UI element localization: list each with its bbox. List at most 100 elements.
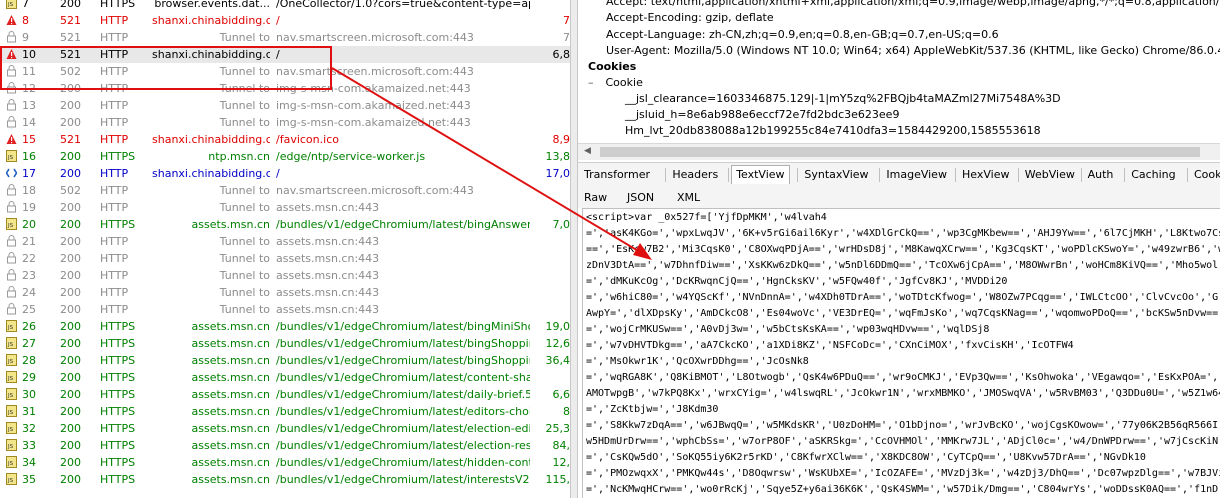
session-host: assets.msn.cn	[191, 473, 270, 486]
session-row[interactable]: JS 35 200 HTTPS assets.msn.cn/bundles/v1/edg…	[0, 471, 570, 488]
session-protocol: HTTPS	[100, 320, 136, 333]
tab-textview[interactable]: TextView	[731, 165, 790, 184]
session-result: 200	[60, 0, 81, 10]
session-body: 25,3	[545, 422, 571, 435]
cookie-value-1: __jsl_clearance=1603346875.129|-1|mY5zq%…	[625, 92, 1061, 105]
session-protocol: HTTP	[100, 303, 129, 316]
session-row[interactable]: 8 521 HTTP shanxi.chinabidding.cc / 7	[0, 12, 570, 29]
tab-separator	[665, 168, 667, 182]
session-row[interactable]: JS 28 200 HTTPS assets.msn.cn/bundles/v1/edg…	[0, 352, 570, 369]
session-id: 33	[22, 439, 36, 452]
header-user-agent: User-Agent: Mozilla/5.0 (Windows NT 10.0…	[606, 44, 1220, 57]
session-row[interactable]: JS 7 200 HTTPS browser.events.dat... /OneColl…	[0, 0, 570, 12]
session-row[interactable]: 24 200 HTTP Tunnel to assets.msn.cn:443	[0, 284, 570, 301]
session-result: 200	[60, 269, 81, 282]
session-protocol: HTTP	[100, 184, 129, 197]
header-accept-language: Accept-Language: zh-CN,zh;q=0.9,en;q=0.8…	[606, 28, 999, 41]
session-row[interactable]: 15 521 HTTP shanxi.chinabidding.cc/favicon.…	[0, 131, 570, 148]
svg-text:JS: JS	[7, 410, 14, 416]
session-row[interactable]: 21 200 HTTP Tunnel to assets.msn.cn:443	[0, 233, 570, 250]
session-row[interactable]: JS 16 200 HTTPS ntp.msn.cn/edge/ntp/service-…	[0, 148, 570, 165]
session-body: 7,0	[552, 218, 571, 231]
session-protocol: HTTP	[100, 201, 129, 214]
session-row[interactable]: JS 26 200 HTTPS assets.msn.cn/bundles/v1/edg…	[0, 318, 570, 335]
session-row[interactable]: 23 200 HTTP Tunnel to assets.msn.cn:443	[0, 267, 570, 284]
session-row[interactable]: JS 20 200 HTTPS assets.msn.cn/bundles/v1/edg…	[0, 216, 570, 233]
session-row[interactable]: JS 33 200 HTTPS assets.msn.cn/bundles/v1/edg…	[0, 437, 570, 454]
textview-line: AwpY=','dlXDpsKy','AmDCkcO8','Es04woVc',…	[586, 308, 1219, 319]
session-row[interactable]: 17 200 HTTP shanxi.chinabidding.cc / 17,0	[0, 165, 570, 182]
response-textview[interactable]: <script>var _0x527f=['YjfDpMKM','w4lvah4…	[582, 208, 1220, 498]
session-host: Tunnel to	[219, 201, 270, 214]
session-result: 200	[60, 439, 81, 452]
lock-icon	[4, 97, 18, 114]
tab-headers[interactable]: Headers	[668, 166, 722, 184]
tab-transformer[interactable]: Transformer	[580, 166, 654, 184]
script-icon: JS	[4, 318, 18, 335]
tab-auth[interactable]: Auth	[1084, 166, 1118, 184]
panel-splitter[interactable]	[570, 0, 578, 498]
session-row[interactable]: 25 200 HTTP Tunnel to assets.msn.cn:443	[0, 301, 570, 318]
session-id: 32	[22, 422, 36, 435]
tab-cookies[interactable]: Cookies	[1190, 166, 1220, 184]
scrollbar-thumb[interactable]	[600, 147, 1200, 157]
svg-text:JS: JS	[7, 325, 14, 331]
session-url: /bundles/v1/edgeChromium/latest/bingShop…	[276, 337, 530, 350]
tab-hexview[interactable]: HexView	[958, 166, 1013, 184]
tab-json[interactable]: JSON	[623, 189, 658, 207]
textview-line: =','w6hiC80=','w4YQScKf','NVnDnnA=','w4X…	[586, 292, 1219, 303]
session-row[interactable]: 14 200 HTTP Tunnel to img-s-msn-com.akamaize…	[0, 114, 570, 131]
tab-raw[interactable]: Raw	[580, 189, 611, 207]
session-protocol: HTTP	[100, 286, 129, 299]
session-result: 200	[60, 150, 81, 163]
svg-text:JS: JS	[7, 478, 14, 484]
session-result: 200	[60, 201, 81, 214]
session-url: assets.msn.cn:443	[276, 269, 380, 282]
session-row[interactable]: 13 200 HTTP Tunnel to img-s-msn-com.akamaize…	[0, 97, 570, 114]
scroll-left-icon[interactable]: ◀	[584, 146, 591, 156]
tab-separator	[1124, 168, 1126, 182]
textview-line: ==','EsKcw7B2','Mi3CqsK0','C8OXwqPDjA=='…	[586, 244, 1220, 255]
headers-horizontal-scrollbar[interactable]: ◀	[578, 143, 1220, 160]
session-row[interactable]: JS 27 200 HTTPS assets.msn.cn/bundles/v1/edg…	[0, 335, 570, 352]
session-url: /edge/ntp/service-worker.js	[276, 150, 426, 163]
session-row[interactable]: 9 521 HTTP Tunnel to nav.smartscreen.microso…	[0, 29, 570, 46]
session-row[interactable]: JS 34 200 HTTPS assets.msn.cn/bundles/v1/edg…	[0, 454, 570, 471]
tab-webview[interactable]: WebView	[1021, 166, 1079, 184]
session-body: 17,0	[545, 167, 571, 180]
error-icon	[4, 131, 18, 148]
session-result: 200	[60, 167, 81, 180]
session-row[interactable]: 19 200 HTTP Tunnel to assets.msn.cn:443	[0, 199, 570, 216]
tab-xml[interactable]: XML	[673, 189, 704, 207]
textview-line: =','PMOzwqxX','PMKQw44s','D8Oqwrsw','WsK…	[586, 468, 1220, 479]
svg-text:JS: JS	[7, 393, 14, 399]
session-row[interactable]: JS 29 200 HTTPS assets.msn.cn/bundles/v1/edg…	[0, 369, 570, 386]
tab-caching[interactable]: Caching	[1127, 166, 1179, 184]
tree-collapse-icon[interactable]: –	[588, 76, 596, 89]
session-protocol: HTTP	[100, 252, 129, 265]
tab-syntaxview[interactable]: SyntaxView	[800, 166, 872, 184]
session-url: /favicon.ico	[276, 133, 339, 146]
session-id: 31	[22, 405, 36, 418]
session-url: /bundles/v1/edgeChromium/latest/hidden-c…	[276, 456, 530, 469]
session-row[interactable]: JS 31 200 HTTPS assets.msn.cn/bundles/v1/edg…	[0, 403, 570, 420]
session-protocol: HTTP	[100, 269, 129, 282]
cookie-node[interactable]: – Cookie	[588, 76, 643, 89]
session-id: 26	[22, 320, 36, 333]
script-icon: JS	[4, 352, 18, 369]
session-protocol: HTTPS	[100, 456, 136, 469]
session-body: 84,	[552, 439, 571, 452]
session-protocol: HTTPS	[100, 422, 136, 435]
session-row[interactable]: 18 502 HTTP Tunnel to nav.smartscreen.micros…	[0, 182, 570, 199]
session-row[interactable]: JS 30 200 HTTPS assets.msn.cn/bundles/v1/edg…	[0, 386, 570, 403]
session-body: 115,	[545, 473, 571, 486]
session-id: 30	[22, 388, 36, 401]
svg-text:JS: JS	[7, 461, 14, 467]
session-body: 19,0	[545, 320, 571, 333]
lock-icon	[4, 233, 18, 250]
session-body: 12,6	[545, 337, 571, 350]
tab-imageview[interactable]: ImageView	[882, 166, 951, 184]
session-url: /OneCollector/1.0?cors=true&content-type…	[276, 0, 530, 10]
session-row[interactable]: 22 200 HTTP Tunnel to assets.msn.cn:443	[0, 250, 570, 267]
session-row[interactable]: JS 32 200 HTTPS assets.msn.cn/bundles/v1/edg…	[0, 420, 570, 437]
